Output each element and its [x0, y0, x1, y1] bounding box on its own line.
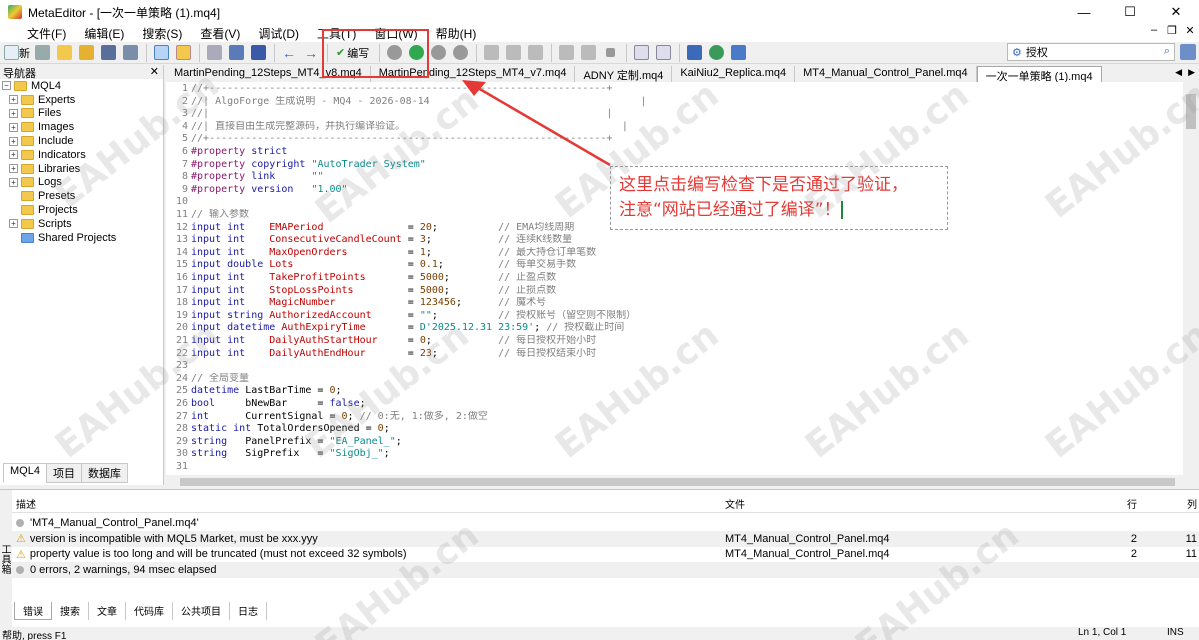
tab-search[interactable]: 搜索 — [52, 602, 89, 620]
error-row[interactable]: ⚠ version is incompatible with MQL5 Marke… — [12, 530, 1199, 547]
error-file: MT4_Manual_Control_Panel.mq4 — [725, 548, 890, 560]
error-list-header: 描述 文件 行 列 — [12, 495, 1199, 513]
warning-icon: ⚠ — [16, 548, 26, 561]
header-column[interactable]: 列 — [1137, 496, 1197, 511]
toolbox-tabs: 错误 搜索 文章 代码库 公共项目 日志 — [14, 602, 267, 620]
tab-codebase[interactable]: 代码库 — [126, 602, 173, 620]
header-line[interactable]: 行 — [1122, 496, 1137, 511]
error-description: version is incompatible with MQL5 Market… — [29, 532, 318, 545]
toolbox-panel: 工具箱 描述 文件 行 列 'MT4_Manual_Control_Panel.… — [0, 489, 1199, 628]
error-description: property value is too long and will be t… — [29, 548, 407, 560]
error-column: 11 — [1185, 548, 1197, 560]
text-cursor — [840, 201, 843, 219]
status-bar: 帮助, press F1 Ln 1, Col 1 INS — [0, 627, 1199, 640]
error-line: 2 — [1130, 532, 1137, 545]
tab-public-projects[interactable]: 公共项目 — [173, 602, 230, 620]
tab-errors[interactable]: 错误 — [14, 602, 52, 620]
error-description-cell: 0 errors, 2 warnings, 94 msec elapsed — [12, 564, 722, 576]
error-row[interactable]: ⚠ property value is too long and will be … — [12, 546, 1199, 562]
tab-articles[interactable]: 文章 — [89, 602, 126, 620]
annotation-line-2: 注意“网站已经通过了编译”！ — [619, 200, 841, 220]
error-file: MT4_Manual_Control_Panel.mq4 — [725, 532, 890, 545]
error-description-cell: ⚠ version is incompatible with MQL5 Marke… — [12, 532, 722, 546]
cursor-position: Ln 1, Col 1 — [1078, 627, 1127, 638]
header-description[interactable]: 描述 — [12, 496, 722, 511]
annotation-note: 这里点击编写检查下是否通过了验证， 注意“网站已经通过了编译”！ — [610, 166, 948, 230]
error-row[interactable]: 0 errors, 2 warnings, 94 msec elapsed — [12, 561, 1199, 578]
info-icon — [16, 565, 24, 574]
annotation-line-2-row: 注意“网站已经通过了编译”！ — [619, 198, 939, 223]
insert-mode: INS — [1167, 627, 1184, 638]
error-row[interactable]: 'MT4_Manual_Control_Panel.mq4' — [12, 515, 1199, 531]
info-icon — [16, 519, 24, 527]
status-help: 帮助, press F1 — [2, 631, 67, 640]
error-column: 11 — [1185, 532, 1197, 545]
error-description-cell: ⚠ property value is too long and will be … — [12, 548, 722, 561]
annotation-line-1: 这里点击编写检查下是否通过了验证， — [619, 175, 908, 195]
warning-icon: ⚠ — [16, 533, 26, 545]
error-description: 'MT4_Manual_Control_Panel.mq4' — [30, 517, 199, 529]
toolbox-side-label: 工具箱 — [0, 490, 12, 628]
tab-journal[interactable]: 日志 — [230, 602, 267, 620]
error-description: 0 errors, 2 warnings, 94 msec elapsed — [30, 563, 217, 576]
header-file[interactable]: 文件 — [722, 496, 1122, 511]
error-description-cell: 'MT4_Manual_Control_Panel.mq4' — [12, 517, 722, 529]
error-line: 2 — [1130, 548, 1137, 560]
